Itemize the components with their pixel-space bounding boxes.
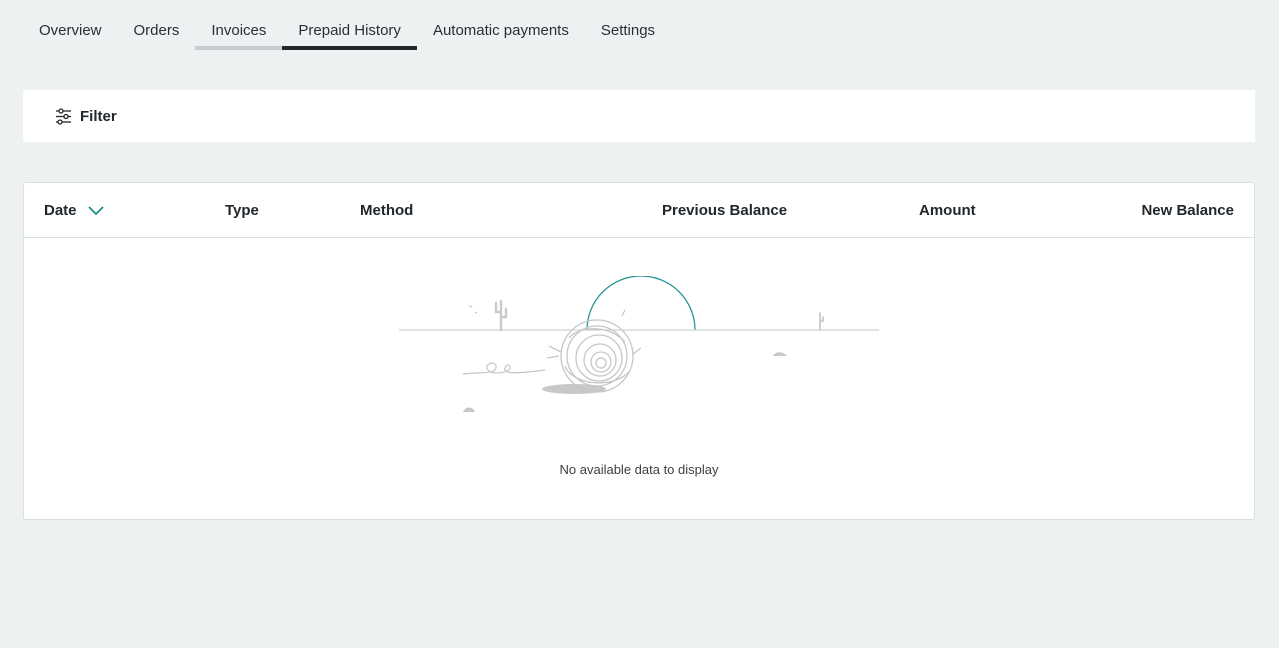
column-header-date[interactable]: Date: [44, 183, 105, 237]
column-header-new-balance[interactable]: New Balance: [1141, 183, 1234, 237]
sliders-icon: [55, 107, 72, 125]
column-header-amount[interactable]: Amount: [919, 183, 976, 237]
column-header-method[interactable]: Method: [360, 183, 413, 237]
tab-hover-indicator: [195, 46, 283, 50]
tab-orders[interactable]: Orders: [118, 0, 196, 50]
tab-label: Orders: [133, 21, 180, 39]
filter-label: Filter: [80, 107, 117, 125]
tab-invoices[interactable]: Invoices: [195, 0, 283, 50]
tab-settings[interactable]: Settings: [585, 0, 671, 50]
tab-active-indicator: [282, 46, 417, 50]
chevron-down-icon[interactable]: [87, 204, 105, 216]
filter-button[interactable]: Filter: [55, 108, 117, 125]
column-header-type[interactable]: Type: [225, 183, 259, 237]
tab-label: Automatic payments: [432, 21, 569, 39]
tab-bar: Overview Orders Invoices Prepaid History…: [23, 0, 671, 50]
tab-label: Prepaid History: [298, 21, 401, 39]
prepaid-history-table: Date Type Method Previous Balance Amount…: [23, 182, 1255, 520]
empty-state-message: No available data to display: [559, 462, 719, 477]
tab-prepaid-history[interactable]: Prepaid History: [282, 0, 417, 50]
tab-automatic-payments[interactable]: Automatic payments: [417, 0, 585, 50]
tab-label: Invoices: [211, 21, 267, 39]
filter-bar: Filter: [23, 90, 1255, 142]
table-header: Date Type Method Previous Balance Amount…: [24, 183, 1254, 238]
tab-label: Overview: [39, 21, 102, 39]
tab-overview[interactable]: Overview: [23, 0, 118, 50]
empty-desert-illustration: [399, 276, 879, 412]
empty-state: No available data to display: [24, 238, 1254, 519]
tab-label: Settings: [600, 21, 656, 39]
column-header-previous-balance[interactable]: Previous Balance: [662, 183, 787, 237]
